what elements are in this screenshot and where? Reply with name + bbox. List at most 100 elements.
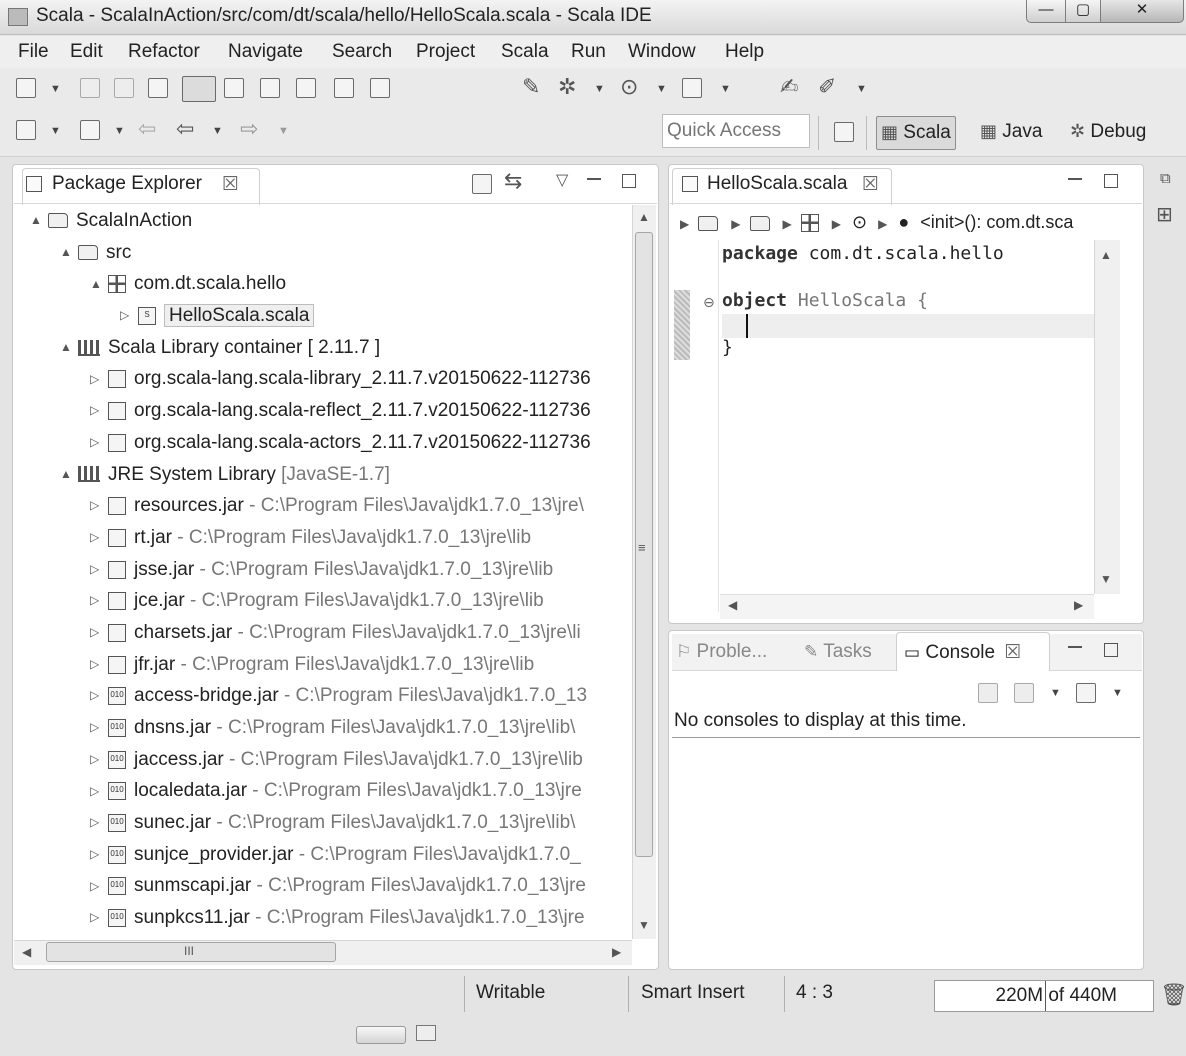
tree-item[interactable]: ▷ jfr.jar - C:\Program Files\Java\jdk1.7.… xyxy=(30,649,630,681)
scroll-left-arrow-icon[interactable]: ◀ xyxy=(22,945,31,959)
collapsed-arrow-icon[interactable]: ▷ xyxy=(90,776,104,808)
maximize-button[interactable]: ▢ xyxy=(1065,0,1101,23)
link-with-editor-icon[interactable]: ⇆ xyxy=(504,170,522,192)
last-edit-icon[interactable]: ⇦ xyxy=(138,118,156,140)
heap-status[interactable]: 220M of 440M xyxy=(934,980,1154,1012)
close-console-tab-icon[interactable]: ☒ xyxy=(1004,642,1021,663)
maximize-view-icon[interactable] xyxy=(622,174,636,188)
project-icon[interactable] xyxy=(698,215,719,231)
collapsed-arrow-icon[interactable]: ▷ xyxy=(90,807,104,839)
tree-item[interactable]: ▷ 010 jaccess.jar - C:\Program Files\Java\… xyxy=(30,744,630,776)
tree-item[interactable]: ▷ rt.jar - C:\Program Files\Java\jdk1.7.0… xyxy=(30,522,630,554)
progress-view-icon[interactable] xyxy=(416,1025,436,1041)
scroll-down-arrow-icon[interactable]: ▼ xyxy=(638,918,650,932)
collapsed-arrow-icon[interactable]: ▷ xyxy=(90,554,104,586)
editor-scroll-up-icon[interactable]: ▲ xyxy=(1100,248,1112,262)
code-line-3[interactable]: object HelloScala { xyxy=(722,290,928,311)
editor-horizontal-scrollbar[interactable] xyxy=(720,594,1094,619)
tree-item[interactable]: ▷ 010 sunjce_provider.jar - C:\Program Fil… xyxy=(30,839,630,871)
previous-annotation-icon[interactable] xyxy=(80,120,100,140)
maximize-editor-icon[interactable] xyxy=(1104,174,1118,188)
save-icon[interactable] xyxy=(80,78,100,98)
new-icon[interactable] xyxy=(16,78,36,98)
tree-item[interactable]: ▲ com.dt.scala.hello xyxy=(30,268,630,300)
breadcrumb-arrow-icon[interactable]: ▶ xyxy=(783,217,792,231)
previous-annotation-dropdown-icon[interactable]: ▼ xyxy=(114,125,125,137)
menu-edit[interactable]: Edit xyxy=(70,41,103,63)
expanded-arrow-icon[interactable]: ▲ xyxy=(60,332,74,364)
tab-problems[interactable]: ⚐ Proble... xyxy=(676,641,767,663)
editor-scroll-left-icon[interactable]: ◀ xyxy=(728,598,737,612)
package-icon[interactable] xyxy=(800,214,819,233)
close-window-button[interactable]: ✕ xyxy=(1100,0,1184,23)
menu-run[interactable]: Run xyxy=(571,41,606,63)
pencil-icon[interactable]: ✐ xyxy=(818,76,836,98)
tree-item[interactable]: ▷ org.scala-lang.scala-reflect_2.11.7.v20… xyxy=(30,395,630,427)
tree-item[interactable]: ▷ 010 sunmscapi.jar - C:\Program Files\Jav… xyxy=(30,870,630,902)
tree-item[interactable]: ▲ Scala Library container [ 2.11.7 ] xyxy=(30,332,630,364)
collapsed-arrow-icon[interactable]: ▷ xyxy=(90,680,104,712)
view-menu-icon[interactable]: ▽ xyxy=(556,170,568,190)
open-console-icon[interactable] xyxy=(1076,683,1096,703)
tab-tasks[interactable]: ✎ Tasks xyxy=(804,641,872,663)
toggle-mark-occurrences-icon[interactable] xyxy=(182,76,216,102)
tree-item[interactable]: ▲ ScalaInAction xyxy=(30,205,630,237)
next-annotation-icon[interactable] xyxy=(16,120,36,140)
tree-item[interactable]: ▷ charsets.jar - C:\Program Files\Java\jd… xyxy=(30,617,630,649)
tree-item[interactable]: ▷ resources.jar - C:\Program Files\Java\j… xyxy=(30,490,630,522)
forward-dropdown-icon[interactable]: ▼ xyxy=(278,125,289,137)
editor-scroll-down-icon[interactable]: ▼ xyxy=(1100,572,1112,586)
collapsed-arrow-icon[interactable]: ▷ xyxy=(90,871,104,903)
skip-breakpoints-icon[interactable]: ✎ xyxy=(522,76,540,98)
collapsed-arrow-icon[interactable]: ▷ xyxy=(90,395,104,427)
maximize-console-icon[interactable] xyxy=(1104,643,1118,657)
collapsed-arrow-icon[interactable]: ▷ xyxy=(90,364,104,396)
minimize-button[interactable]: — xyxy=(1026,0,1066,23)
editor-scroll-right-icon[interactable]: ▶ xyxy=(1074,598,1083,612)
scroll-up-arrow-icon[interactable]: ▲ xyxy=(638,210,650,224)
breadcrumb-arrow-icon[interactable]: ▶ xyxy=(832,217,841,231)
breadcrumb-arrow-icon[interactable]: ▶ xyxy=(680,217,689,231)
menu-help[interactable]: Help xyxy=(725,41,764,63)
display-console-dropdown-icon[interactable]: ▼ xyxy=(1050,687,1061,699)
src-folder-icon[interactable] xyxy=(749,215,770,231)
constructor-icon[interactable]: ● xyxy=(898,212,909,232)
tree-item[interactable]: ▷ org.scala-lang.scala-library_2.11.7.v20… xyxy=(30,363,630,395)
menu-window[interactable]: Window xyxy=(628,41,696,63)
tab-console-label[interactable]: ▭ Console ☒ xyxy=(904,641,1021,664)
fold-icon[interactable]: ⊖ xyxy=(703,294,715,311)
back-icon[interactable]: ⇦ xyxy=(176,118,194,140)
external-tools-icon[interactable] xyxy=(682,78,702,98)
collapsed-arrow-icon[interactable]: ▷ xyxy=(90,490,104,522)
code-line-5[interactable]: } xyxy=(722,337,733,358)
tree-item[interactable]: ▲ src xyxy=(30,237,630,269)
print-icon[interactable] xyxy=(148,78,168,98)
close-editor-tab-icon[interactable]: ☒ xyxy=(862,173,879,196)
collapse-all-icon[interactable] xyxy=(472,174,492,194)
collapsed-arrow-icon[interactable]: ▷ xyxy=(90,585,104,617)
expanded-arrow-icon[interactable]: ▲ xyxy=(60,459,74,491)
minimize-editor-icon[interactable] xyxy=(1068,178,1082,180)
open-type-icon[interactable] xyxy=(334,78,354,98)
pin-console-icon[interactable] xyxy=(978,683,998,703)
pencil-dropdown-icon[interactable]: ▼ xyxy=(856,83,867,95)
perspective-scala[interactable]: ▦ Scala xyxy=(876,116,956,150)
collapsed-arrow-icon[interactable]: ▷ xyxy=(90,744,104,776)
open-console-dropdown-icon[interactable]: ▼ xyxy=(1112,687,1123,699)
collapsed-arrow-icon[interactable]: ▷ xyxy=(90,902,104,934)
tree-item[interactable]: ▷ 010 sunec.jar - C:\Program Files\Java\jd… xyxy=(30,807,630,839)
menu-search[interactable]: Search xyxy=(332,41,392,63)
close-tab-icon[interactable]: ☒ xyxy=(222,173,239,196)
run-icon[interactable]: ⊙ xyxy=(620,76,638,98)
breadcrumb-arrow-icon[interactable]: ▶ xyxy=(731,217,740,231)
collapsed-arrow-icon[interactable]: ▷ xyxy=(90,839,104,871)
expanded-arrow-icon[interactable]: ▲ xyxy=(90,269,104,301)
document-icon[interactable] xyxy=(296,78,316,98)
collapsed-arrow-icon[interactable]: ▷ xyxy=(90,617,104,649)
quick-access-input[interactable] xyxy=(662,114,810,148)
new-dropdown-icon[interactable]: ▼ xyxy=(50,83,61,95)
forward-icon[interactable]: ⇨ xyxy=(240,118,258,140)
perspective-debug[interactable]: ✲ Debug xyxy=(1066,116,1150,148)
minimize-console-icon[interactable] xyxy=(1068,646,1082,648)
menu-refactor[interactable]: Refactor xyxy=(128,41,200,63)
